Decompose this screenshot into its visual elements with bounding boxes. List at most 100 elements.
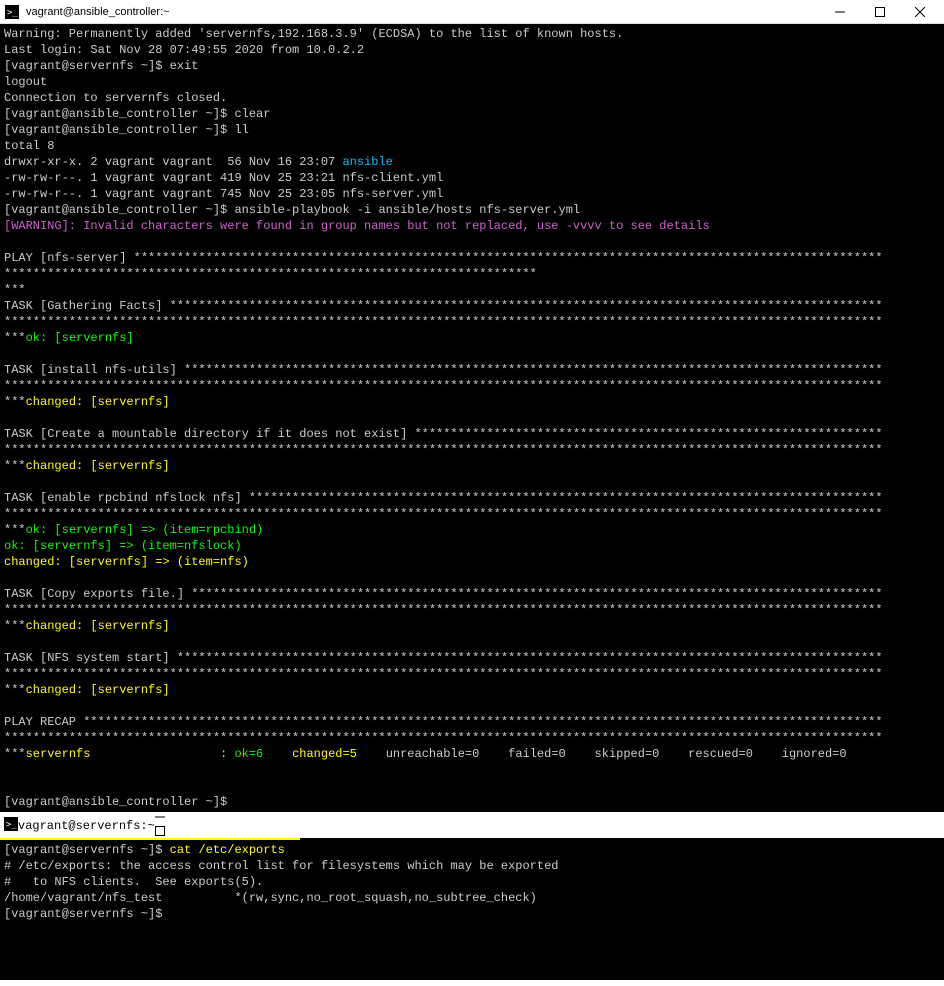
terminal-output-1[interactable]: Warning: Permanently added 'servernfs,19…	[0, 24, 944, 812]
text-segment: :	[220, 747, 234, 761]
terminal-line: PLAY RECAP *****************************…	[4, 714, 940, 730]
titlebar-2[interactable]: >_ vagrant@servernfs:~	[0, 814, 944, 838]
terminal-line: TASK [NFS system start] ****************…	[4, 650, 940, 666]
text-segment: [vagrant@servernfs ~]$ exit	[4, 59, 198, 73]
text-segment: TASK [enable rpcbind nfslock nfs] ******…	[4, 491, 883, 505]
close-button[interactable]	[900, 0, 940, 24]
text-segment: ****************************************…	[4, 443, 883, 457]
terminal-line	[4, 778, 940, 794]
text-segment: ok: [servernfs] => (item=rpcbind)	[26, 523, 264, 537]
text-segment	[285, 747, 292, 761]
terminal-line: [vagrant@ansible_controller ~]$ ll	[4, 122, 940, 138]
text-segment: ok: [servernfs] => (item=nfslock)	[4, 539, 242, 553]
minimize-button[interactable]	[820, 0, 860, 24]
text-segment: ****************************************…	[4, 379, 883, 393]
text-segment: -rw-rw-r--. 1 vagrant vagrant 419 Nov 25…	[4, 171, 443, 185]
terminal-line: Last login: Sat Nov 28 07:49:55 2020 fro…	[4, 42, 940, 58]
text-segment: [vagrant@ansible_controller ~]$ clear	[4, 107, 270, 121]
text-segment: ****************************************…	[4, 267, 537, 281]
terminal-line: [vagrant@ansible_controller ~]$ clear	[4, 106, 940, 122]
terminal-line: ****************************************…	[4, 730, 940, 746]
terminal-line: -rw-rw-r--. 1 vagrant vagrant 419 Nov 25…	[4, 170, 940, 186]
text-segment	[4, 347, 11, 361]
text-segment: Connection to servernfs closed.	[4, 91, 227, 105]
terminal-line: ****************************************…	[4, 442, 940, 458]
text-segment: -rw-rw-r--. 1 vagrant vagrant 745 Nov 25…	[4, 187, 443, 201]
terminal-line	[4, 570, 940, 586]
terminal-output-2[interactable]: [vagrant@servernfs ~]$ cat /etc/exports #…	[0, 840, 944, 980]
text-segment: PLAY RECAP *****************************…	[4, 715, 883, 729]
window-controls-1	[820, 0, 940, 24]
text-segment: changed=5	[292, 747, 378, 761]
titlebar-1[interactable]: >_ vagrant@ansible_controller:~	[0, 0, 944, 24]
text-segment: ****************************************…	[4, 603, 883, 617]
text-segment: ***	[4, 683, 26, 697]
window-controls-2	[155, 812, 165, 840]
text-segment: [vagrant@ansible_controller ~]$ ll	[4, 123, 249, 137]
text-segment: TASK [install nfs-utils] ***************…	[4, 363, 883, 377]
terminal-line: ***changed: [servernfs]	[4, 394, 940, 410]
terminal-line: TASK [Gathering Facts] *****************…	[4, 298, 940, 314]
text-segment	[4, 635, 11, 649]
text-segment: drwxr-xr-x. 2 vagrant vagrant 56 Nov 16 …	[4, 155, 342, 169]
text-segment: ***	[4, 523, 26, 537]
text-segment	[4, 571, 11, 585]
terminal-line: PLAY [nfs-server] **********************…	[4, 250, 940, 266]
text-segment: ****************************************…	[4, 667, 883, 681]
text-segment: [WARNING]: Invalid characters were found…	[4, 219, 710, 233]
terminal-line: [vagrant@servernfs ~]$ exit	[4, 58, 940, 74]
text-segment: [vagrant@servernfs ~]$	[4, 843, 170, 857]
terminal-line: Warning: Permanently added 'servernfs,19…	[4, 26, 940, 42]
terminal-icon: >_	[4, 817, 18, 835]
svg-text:>_: >_	[7, 8, 18, 18]
terminal-line: ok: [servernfs] => (item=nfslock)	[4, 538, 940, 554]
terminal-line	[4, 410, 940, 426]
minimize-button[interactable]	[155, 812, 165, 826]
terminal-line: TASK [enable rpcbind nfslock nfs] ******…	[4, 490, 940, 506]
terminal-line: ****************************************…	[4, 378, 940, 394]
terminal-line: [vagrant@ansible_controller ~]$ ansible-…	[4, 202, 940, 218]
text-segment: ***	[4, 331, 26, 345]
terminal-line	[4, 234, 940, 250]
terminal-line: # to NFS clients. See exports(5).	[4, 874, 940, 890]
text-segment: cat /etc/exports	[170, 843, 285, 857]
text-segment: Warning: Permanently added 'servernfs,19…	[4, 27, 623, 41]
text-segment: PLAY [nfs-server] **********************…	[4, 251, 883, 265]
terminal-line: total 8	[4, 138, 940, 154]
text-segment: total 8	[4, 139, 54, 153]
terminal-line: ****************************************…	[4, 506, 940, 522]
terminal-line: ***ok: [servernfs] => (item=rpcbind)	[4, 522, 940, 538]
text-segment: ****************************************…	[4, 315, 883, 329]
text-segment: changed: [servernfs]	[26, 459, 170, 473]
terminal-line	[4, 346, 940, 362]
terminal-line: [vagrant@ansible_controller ~]$	[4, 794, 940, 810]
terminal-line	[4, 698, 940, 714]
text-segment: changed: [servernfs] => (item=nfs)	[4, 555, 249, 569]
terminal-line: ***changed: [servernfs]	[4, 618, 940, 634]
terminal-line: TASK [Copy exports file.] **************…	[4, 586, 940, 602]
terminal-line: ***ok: [servernfs]	[4, 330, 940, 346]
maximize-button[interactable]	[860, 0, 900, 24]
terminal-window-2: >_ vagrant@servernfs:~ [vagrant@servernf…	[0, 814, 944, 980]
text-segment: TASK [NFS system start] ****************…	[4, 651, 883, 665]
text-segment	[4, 699, 11, 713]
text-segment: ****************************************…	[4, 731, 883, 745]
text-segment: [vagrant@ansible_controller ~]$ ansible-…	[4, 203, 580, 217]
text-segment	[4, 763, 11, 777]
terminal-line: ***	[4, 282, 940, 298]
text-segment: [vagrant@ansible_controller ~]$	[4, 795, 227, 809]
text-segment	[4, 475, 11, 489]
terminal-line: -rw-rw-r--. 1 vagrant vagrant 745 Nov 25…	[4, 186, 940, 202]
text-segment: ***	[4, 619, 26, 633]
text-segment: TASK [Create a mountable directory if it…	[4, 427, 883, 441]
terminal-line: ****************************************…	[4, 666, 940, 682]
text-segment	[4, 235, 11, 249]
text-segment: ansible	[342, 155, 392, 169]
maximize-button[interactable]	[155, 826, 165, 840]
text-segment: changed: [servernfs]	[26, 395, 170, 409]
window-title-1: vagrant@ansible_controller:~	[26, 6, 820, 18]
text-segment: ***	[4, 283, 26, 297]
window-title-2: vagrant@servernfs:~	[18, 819, 155, 833]
terminal-line: ****************************************…	[4, 602, 940, 618]
text-segment: TASK [Copy exports file.] **************…	[4, 587, 883, 601]
